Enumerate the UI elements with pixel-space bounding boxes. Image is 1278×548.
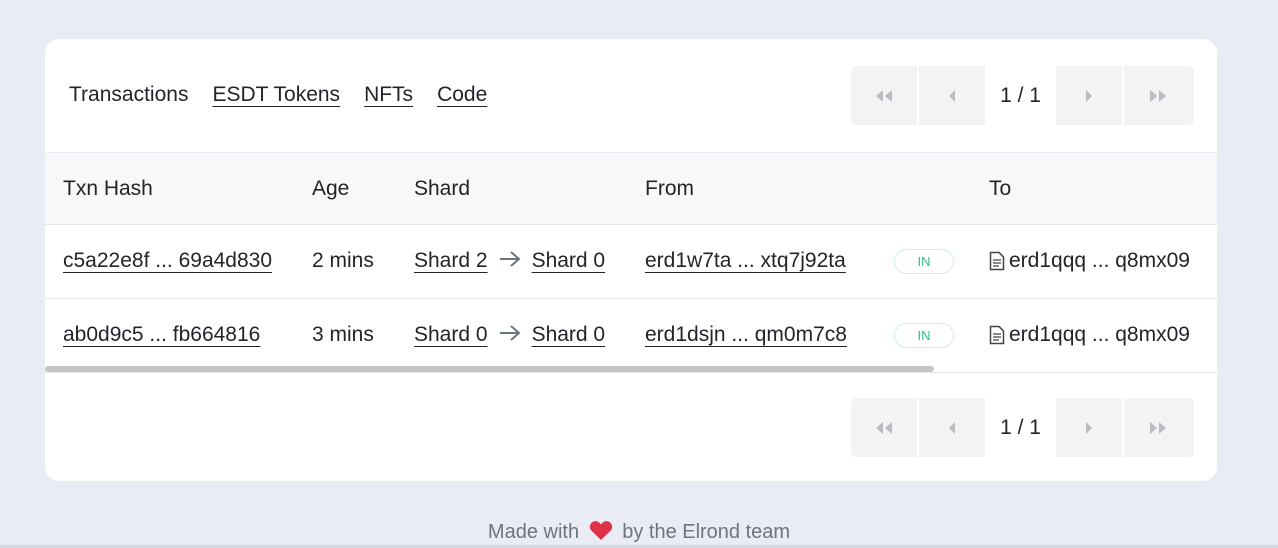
direction-badge: IN bbox=[894, 323, 954, 348]
pager-bottom: 1 / 1 bbox=[851, 398, 1194, 457]
header-shard: Shard bbox=[414, 177, 471, 200]
heart-icon bbox=[589, 521, 612, 540]
last-page-icon bbox=[1150, 421, 1166, 434]
prev-page-icon bbox=[949, 89, 955, 102]
header-from: From bbox=[645, 177, 694, 200]
shard-route: Shard 0 Shard 0 bbox=[414, 321, 605, 349]
arrow-right-icon bbox=[498, 247, 522, 275]
table-row: c5a22e8f ... 69a4d830 2 mins Shard 2 Sha… bbox=[45, 225, 1217, 299]
header-to: To bbox=[989, 177, 1012, 200]
arrow-right-icon bbox=[498, 321, 522, 349]
account-transactions-card: Transactions ESDT Tokens NFTs Code 1 / 1… bbox=[45, 39, 1217, 481]
table-header: Txn Hash Age Shard From To bbox=[45, 152, 1217, 225]
destination-shard-link[interactable]: Shard 0 bbox=[532, 323, 606, 346]
receiver-link[interactable]: erd1qqq ... q8mx09 bbox=[1009, 249, 1190, 272]
sender-link[interactable]: erd1w7ta ... xtq7j92ta bbox=[645, 247, 846, 275]
page-indicator: 1 / 1 bbox=[987, 398, 1056, 457]
footer-text-after: by the Elrond team bbox=[622, 521, 791, 543]
txn-age: 2 mins bbox=[312, 249, 374, 272]
next-page-icon bbox=[1086, 89, 1092, 102]
tab-nfts[interactable]: NFTs bbox=[364, 81, 413, 109]
tab-esdt-tokens[interactable]: ESDT Tokens bbox=[212, 81, 340, 109]
contract-file-icon bbox=[989, 325, 1005, 345]
txn-hash-link[interactable]: ab0d9c5 ... fb664816 bbox=[63, 321, 260, 349]
last-page-icon bbox=[1150, 89, 1166, 102]
page-indicator: 1 / 1 bbox=[987, 66, 1056, 125]
txn-hash-link[interactable]: c5a22e8f ... 69a4d830 bbox=[63, 247, 272, 275]
last-page-button[interactable] bbox=[1124, 398, 1192, 457]
tab-code[interactable]: Code bbox=[437, 81, 487, 109]
next-page-button[interactable] bbox=[1056, 66, 1124, 125]
contract-file-icon bbox=[989, 251, 1005, 271]
table-row: ab0d9c5 ... fb664816 3 mins Shard 0 Shar… bbox=[45, 299, 1217, 373]
last-page-button[interactable] bbox=[1124, 66, 1192, 125]
prev-page-button[interactable] bbox=[919, 398, 987, 457]
next-page-icon bbox=[1086, 421, 1092, 434]
direction-badge: IN bbox=[894, 249, 954, 274]
first-page-icon bbox=[876, 421, 892, 434]
destination-shard-link[interactable]: Shard 0 bbox=[532, 249, 606, 272]
source-shard-link[interactable]: Shard 2 bbox=[414, 249, 488, 272]
source-shard-link[interactable]: Shard 0 bbox=[414, 323, 488, 346]
header-txn-hash: Txn Hash bbox=[63, 177, 153, 200]
header-age: Age bbox=[312, 177, 350, 200]
tab-transactions[interactable]: Transactions bbox=[69, 81, 188, 109]
receiver: erd1qqq ... q8mx09 bbox=[989, 247, 1190, 275]
card-header: Transactions ESDT Tokens NFTs Code 1 / 1 bbox=[45, 39, 1217, 152]
shard-route: Shard 2 Shard 0 bbox=[414, 247, 605, 275]
receiver: erd1qqq ... q8mx09 bbox=[989, 321, 1190, 349]
footer-text-before: Made with bbox=[487, 521, 580, 543]
horizontal-scrollbar[interactable] bbox=[45, 366, 934, 372]
prev-page-icon bbox=[949, 421, 955, 434]
transactions-table: Txn Hash Age Shard From To c5a22e8f ... … bbox=[45, 152, 1217, 373]
first-page-button[interactable] bbox=[851, 66, 919, 125]
txn-age: 3 mins bbox=[312, 323, 374, 346]
first-page-icon bbox=[876, 89, 892, 102]
tabs: Transactions ESDT Tokens NFTs Code bbox=[69, 81, 487, 109]
receiver-link[interactable]: erd1qqq ... q8mx09 bbox=[1009, 323, 1190, 346]
first-page-button[interactable] bbox=[851, 398, 919, 457]
footer: Made with by the Elrond team bbox=[0, 520, 1278, 544]
sender-link[interactable]: erd1dsjn ... qm0m7c8 bbox=[645, 321, 847, 349]
prev-page-button[interactable] bbox=[919, 66, 987, 125]
next-page-button[interactable] bbox=[1056, 398, 1124, 457]
pager-top: 1 / 1 bbox=[851, 66, 1194, 125]
